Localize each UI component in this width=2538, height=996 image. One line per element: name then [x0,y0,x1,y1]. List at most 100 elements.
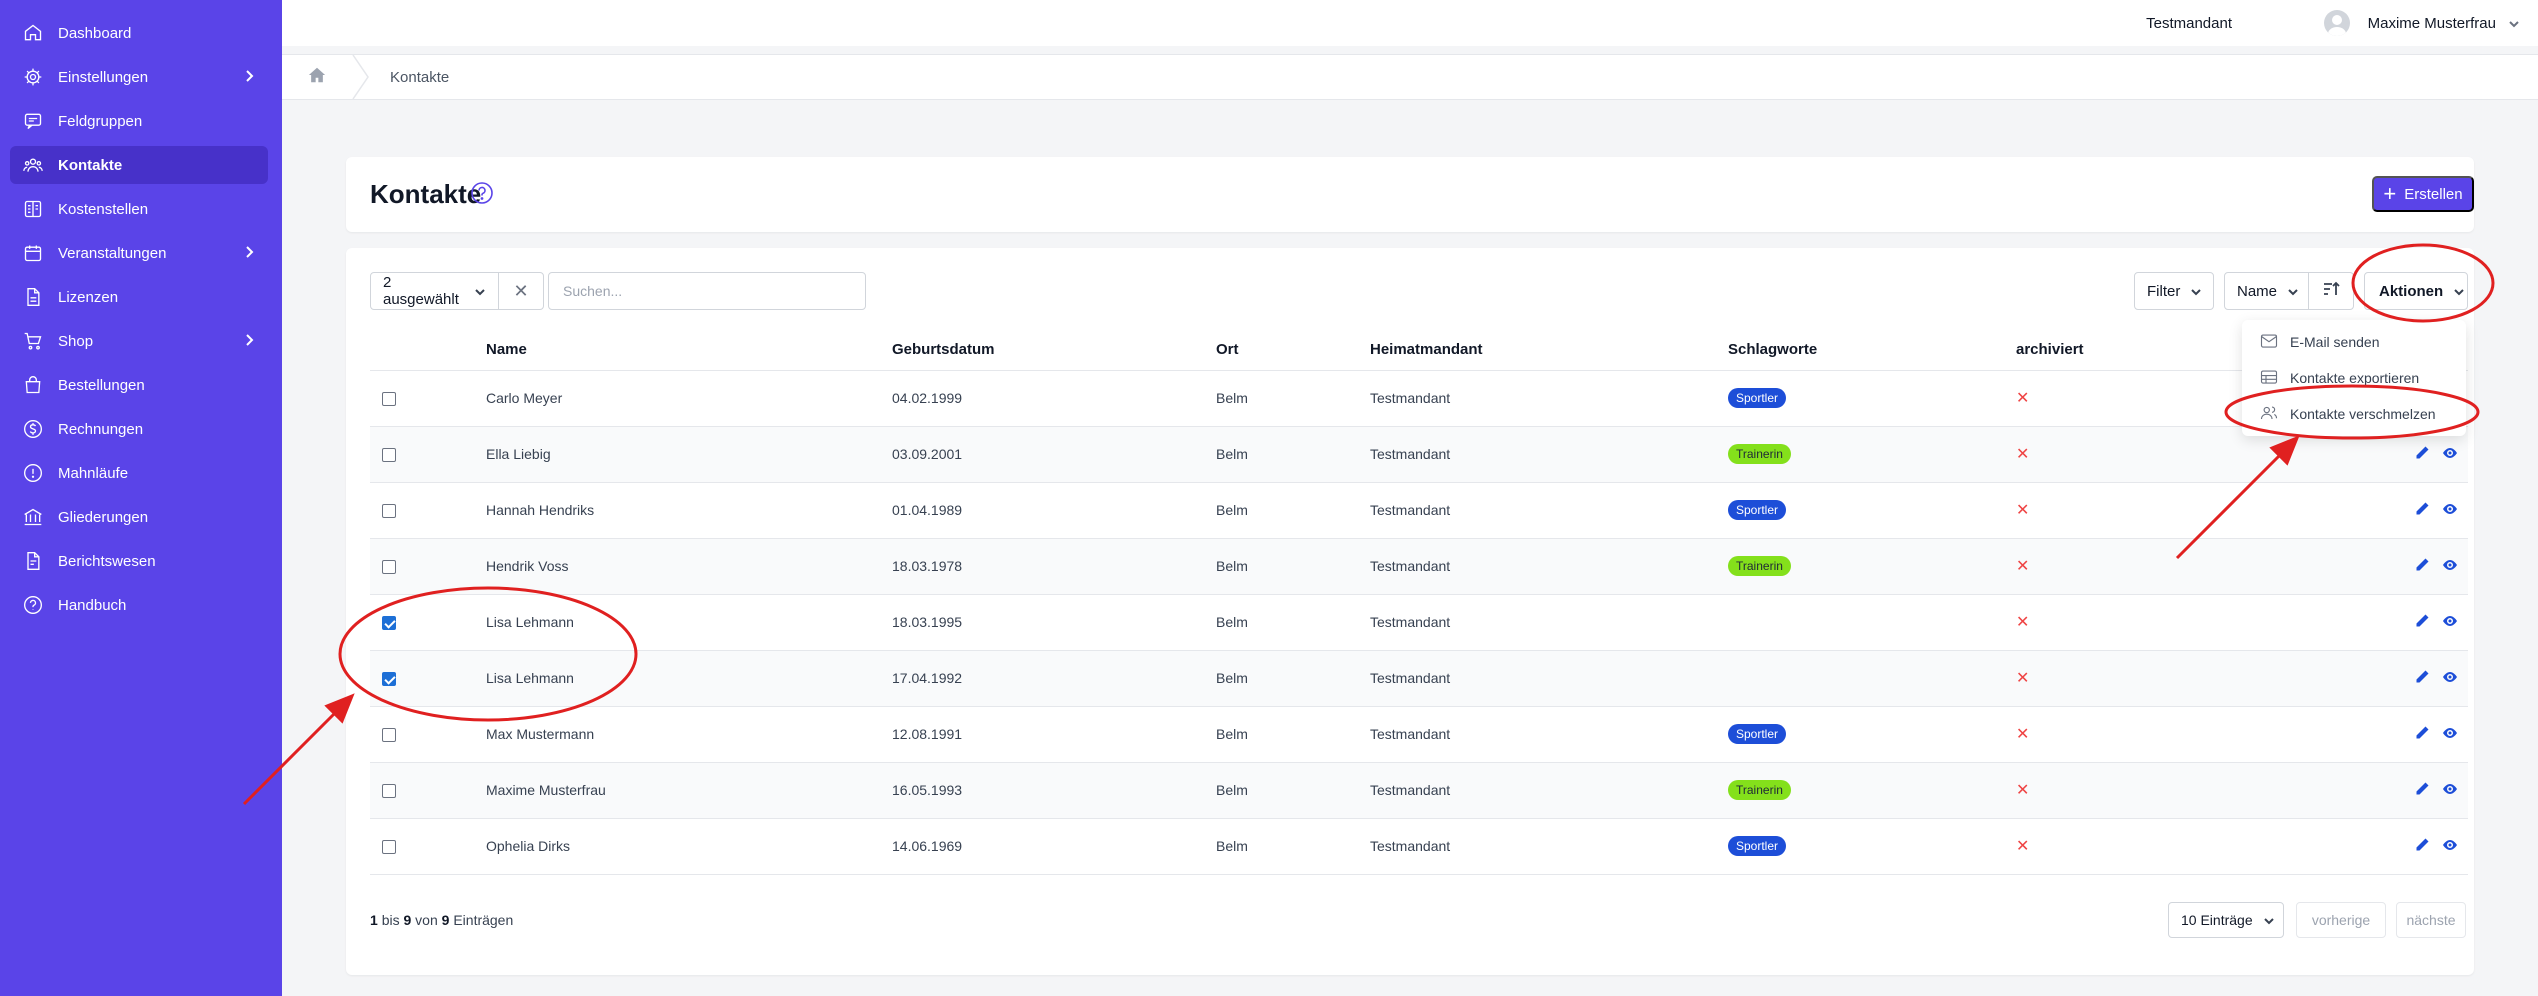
eye-icon[interactable] [2442,669,2458,688]
table-row[interactable]: Lisa Lehmann 17.04.1992 Belm Testmandant ✕ [370,650,2468,706]
page-size-select[interactable]: 10 Einträge [2168,902,2284,938]
cell-name: Lisa Lehmann [486,670,574,686]
table-row[interactable]: Ophelia Dirks 14.06.1969 Belm Testmandant Sp… [370,818,2468,874]
cell-city: Belm [1216,726,1248,742]
eye-icon[interactable] [2442,445,2458,464]
cell-archived: ✕ [2016,538,2264,594]
create-button[interactable]: + Erstellen [2372,176,2474,212]
sidebar-item-label: Dashboard [58,24,132,42]
column-header-home-tenant[interactable]: Heimatmandant [1370,330,1728,371]
sidebar-item-mahnlaeufe[interactable]: Mahnläufe [10,454,268,492]
row-checkbox[interactable] [382,448,396,463]
sidebar-item-berichtswesen[interactable]: Berichtswesen [10,542,268,580]
edit-icon[interactable] [2414,837,2430,856]
sidebar-item-gliederungen[interactable]: Gliederungen [10,498,268,536]
search-input[interactable] [548,272,866,310]
range-start: 1 [370,912,378,928]
cell-tags: Trainerin [1728,762,2016,818]
table-row[interactable]: Hendrik Voss 18.03.1978 Belm Testmandant Tra… [370,538,2468,594]
eye-icon[interactable] [2442,557,2458,576]
menu-item-kontakte-exportieren[interactable]: Kontakte exportieren [2242,360,2466,396]
eye-icon[interactable] [2442,781,2458,800]
actions-button[interactable]: Aktionen [2364,272,2468,310]
column-header-name[interactable]: Name [486,330,892,371]
sidebar-item-kostenstellen[interactable]: Kostenstellen [10,190,268,228]
sidebar-item-label: Handbuch [58,596,127,614]
cell-birthdate: 03.09.2001 [892,446,963,462]
range-end: 9 [403,912,412,928]
cell-tags: Sportler [1728,370,2016,426]
edit-icon[interactable] [2414,501,2430,520]
user-menu[interactable]: Maxime Musterfrau [2323,10,2520,36]
help-icon[interactable] [470,181,494,205]
sort-direction-button[interactable] [2309,273,2353,309]
tag-badge: Sportler [1728,724,1787,744]
column-header-birthdate[interactable]: Geburtsdatum [892,330,1216,371]
clear-selection-button[interactable]: ✕ [499,273,543,309]
next-page-button[interactable]: nächste [2396,902,2466,938]
edit-icon[interactable] [2414,669,2430,688]
tag-badge: Sportler [1728,500,1787,520]
cart-icon [22,330,44,352]
cell-home-tenant: Testmandant [1370,446,1451,462]
row-checkbox[interactable] [382,840,396,855]
tag-badge: Trainerin [1728,780,1791,800]
cell-actions [2264,706,2468,762]
column-header-archived[interactable]: archiviert [2016,330,2264,371]
help-icon [22,594,44,616]
edit-icon[interactable] [2414,613,2430,632]
chevron-down-icon [2287,285,2299,297]
actions-menu: E-Mail senden Kontakte exportieren Kontakt… [2242,320,2466,436]
selection-dropdown[interactable]: 2 ausgewählt [371,273,499,309]
sidebar-item-bestellungen[interactable]: Bestellungen [10,366,268,404]
eye-icon[interactable] [2442,613,2458,632]
contacts-table: Name Geburtsdatum Ort Heimatmandant Schl… [370,330,2468,875]
table-row[interactable]: Max Mustermann 12.08.1991 Belm Testmandant S… [370,706,2468,762]
menu-item-e-mail-senden[interactable]: E-Mail senden [2242,324,2466,360]
row-checkbox[interactable] [382,784,396,799]
filter-button[interactable]: Filter [2134,272,2214,310]
sort-field-dropdown[interactable]: Name [2225,273,2309,309]
eye-icon[interactable] [2442,501,2458,520]
breadcrumb-home[interactable] [282,55,352,99]
row-checkbox[interactable] [382,504,396,519]
cell-name: Hannah Hendriks [486,502,595,518]
menu-item-kontakte-verschmelzen[interactable]: Kontakte verschmelzen [2242,396,2466,432]
sidebar-item-feldgruppen[interactable]: Feldgruppen [10,102,268,140]
edit-icon[interactable] [2414,781,2430,800]
sidebar-item-shop[interactable]: Shop [10,322,268,360]
cell-actions [2264,650,2468,706]
cell-actions [2264,594,2468,650]
column-header-city[interactable]: Ort [1216,330,1370,371]
chevron-right-icon [242,333,256,347]
edit-icon[interactable] [2414,725,2430,744]
row-checkbox[interactable] [382,728,396,743]
eye-icon[interactable] [2442,725,2458,744]
sidebar-item-rechnungen[interactable]: Rechnungen [10,410,268,448]
row-checkbox[interactable] [382,672,396,687]
sidebar-item-dashboard[interactable]: Dashboard [10,14,268,52]
edit-icon[interactable] [2414,445,2430,464]
column-header-tags[interactable]: Schlagworte [1728,330,2016,371]
table-row[interactable]: Maxime Musterfrau 16.05.1993 Belm Testmanda… [370,762,2468,818]
sidebar-item-veranstaltungen[interactable]: Veranstaltungen [10,234,268,272]
tenant-selector[interactable]: Testmandant [2146,15,2232,32]
table-row[interactable]: Ella Liebig 03.09.2001 Belm Testmandant Trai… [370,426,2468,482]
sidebar-item-lizenzen[interactable]: Lizenzen [10,278,268,316]
row-checkbox[interactable] [382,616,396,631]
actions-label: Aktionen [2379,282,2444,300]
sidebar-item-kontakte[interactable]: Kontakte [10,146,268,184]
cell-actions [2264,762,2468,818]
table-row[interactable]: Carlo Meyer 04.02.1999 Belm Testmandant Spor… [370,370,2468,426]
table-row[interactable]: Lisa Lehmann 18.03.1995 Belm Testmandant ✕ [370,594,2468,650]
table-row[interactable]: Hannah Hendriks 01.04.1989 Belm Testmandant… [370,482,2468,538]
cell-archived: ✕ [2016,594,2264,650]
edit-icon[interactable] [2414,557,2430,576]
cell-name: Maxime Musterfrau [486,782,606,798]
row-checkbox[interactable] [382,392,396,407]
previous-page-button[interactable]: vorherige [2296,902,2386,938]
eye-icon[interactable] [2442,837,2458,856]
row-checkbox[interactable] [382,560,396,575]
sidebar-item-einstellungen[interactable]: Einstellungen [10,58,268,96]
sidebar-item-handbuch[interactable]: Handbuch [10,586,268,624]
